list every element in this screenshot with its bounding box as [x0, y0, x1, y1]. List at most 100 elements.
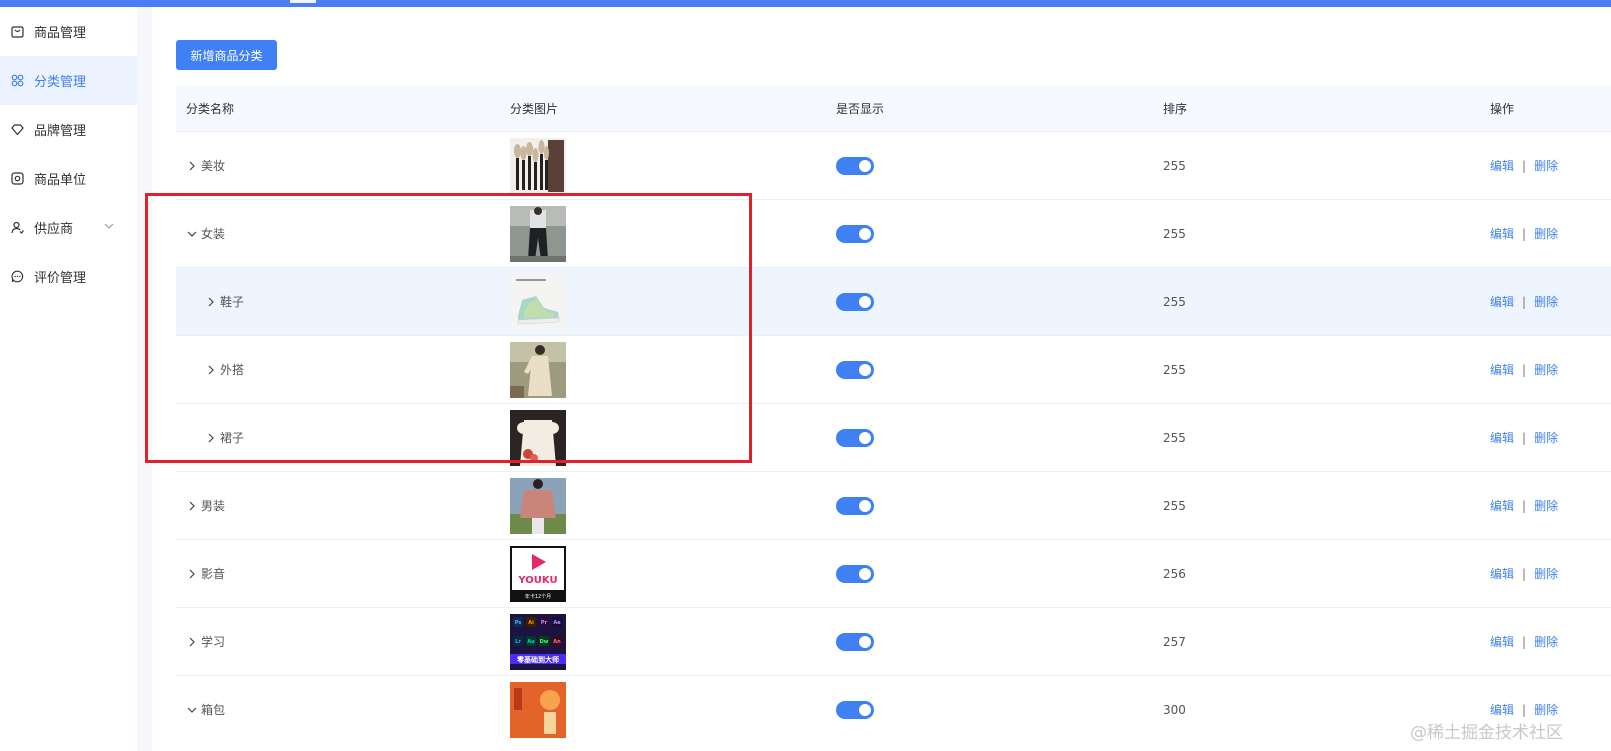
- sidebar-item-categories[interactable]: 分类管理: [0, 56, 137, 105]
- sneakers-thumbnail: [510, 273, 566, 330]
- table-row: 裙子 255 编辑 | 删除: [176, 404, 1611, 472]
- edit-link[interactable]: 编辑: [1490, 225, 1514, 242]
- delete-link[interactable]: 删除: [1534, 429, 1558, 446]
- unit-icon: [11, 172, 24, 185]
- chevron-down-icon[interactable]: [186, 228, 198, 240]
- software-label: An: [553, 639, 561, 645]
- category-grid-icon: [11, 74, 24, 87]
- category-image: [510, 477, 566, 534]
- ops-separator: |: [1522, 634, 1527, 649]
- software-label: Dw: [540, 639, 549, 645]
- delete-link[interactable]: 删除: [1534, 361, 1558, 378]
- table-row: 美妆 255 编辑 | 删除: [176, 132, 1611, 200]
- category-table: 分类名称 分类图片 是否显示 排序 操作 美妆 255 编辑 | 删除 女装 2…: [176, 86, 1611, 743]
- category-image: Ps Ai Pr Ae Lr Au Dw An 零基础到大师: [510, 613, 566, 670]
- show-toggle[interactable]: [836, 360, 874, 379]
- category-name: 外搭: [220, 363, 245, 377]
- chevron-right-icon[interactable]: [186, 568, 198, 580]
- category-image: [510, 137, 566, 194]
- womens-outfit-thumbnail: [510, 205, 566, 262]
- ops-separator: |: [1522, 294, 1527, 309]
- edit-link[interactable]: 编辑: [1490, 497, 1514, 514]
- table-header: 分类名称 分类图片 是否显示 排序 操作: [176, 86, 1611, 132]
- comment-icon: [11, 270, 24, 283]
- header-active-indicator: [290, 0, 316, 3]
- chevron-right-icon[interactable]: [186, 636, 198, 648]
- category-image: [510, 409, 566, 466]
- column-header-ops: 操作: [1490, 102, 1515, 116]
- show-toggle[interactable]: [836, 156, 874, 175]
- sidebar-item-reviews[interactable]: 评价管理: [0, 252, 137, 301]
- ops-separator: |: [1522, 226, 1527, 241]
- software-label: Ae: [553, 620, 561, 626]
- sort-value: 257: [1163, 634, 1186, 649]
- show-toggle[interactable]: [836, 564, 874, 583]
- show-toggle[interactable]: [836, 632, 874, 651]
- category-name: 男装: [201, 499, 226, 513]
- edit-link[interactable]: 编辑: [1490, 565, 1514, 582]
- chevron-right-icon[interactable]: [205, 432, 217, 444]
- delete-link[interactable]: 删除: [1534, 293, 1558, 310]
- show-toggle[interactable]: [836, 496, 874, 515]
- edit-link[interactable]: 编辑: [1490, 293, 1514, 310]
- delete-link[interactable]: 删除: [1534, 157, 1558, 174]
- software-label: Pr: [541, 620, 548, 626]
- edit-link[interactable]: 编辑: [1490, 361, 1514, 378]
- software-banner-text: 零基础到大师: [516, 655, 559, 664]
- chevron-right-icon[interactable]: [205, 296, 217, 308]
- table-row: 影音 YOUKU 年卡12个月 256 编辑 | 删除: [176, 540, 1611, 608]
- software-label: Lr: [515, 639, 521, 645]
- delete-link[interactable]: 删除: [1534, 225, 1558, 242]
- chevron-down-icon[interactable]: [186, 704, 198, 716]
- edit-link[interactable]: 编辑: [1490, 633, 1514, 650]
- software-label: Ps: [515, 620, 522, 626]
- sidebar: 商品管理 分类管理 品牌管理 商品单位 供应商 评价管理: [0, 7, 138, 751]
- software-label: Au: [527, 639, 535, 645]
- chevron-right-icon[interactable]: [186, 500, 198, 512]
- show-toggle[interactable]: [836, 700, 874, 719]
- youku-text: YOUKU: [517, 575, 557, 586]
- sidebar-item-suppliers[interactable]: 供应商: [0, 203, 137, 252]
- add-category-button[interactable]: 新增商品分类: [176, 40, 277, 70]
- category-image: [510, 341, 566, 398]
- sort-value: 255: [1163, 226, 1186, 241]
- sidebar-item-label: 评价管理: [34, 271, 87, 286]
- show-toggle[interactable]: [836, 224, 874, 243]
- delete-link[interactable]: 删除: [1534, 633, 1558, 650]
- edit-link[interactable]: 编辑: [1490, 157, 1514, 174]
- festival-poster-thumbnail: [510, 681, 566, 738]
- table-row: 女装 255 编辑 | 删除: [176, 200, 1611, 268]
- sidebar-item-units[interactable]: 商品单位: [0, 154, 137, 203]
- delete-link[interactable]: 删除: [1534, 701, 1558, 718]
- category-image: YOUKU 年卡12个月: [510, 545, 566, 602]
- dress-outer-thumbnail: [510, 341, 566, 398]
- show-toggle[interactable]: [836, 428, 874, 447]
- makeup-brushes-thumbnail: [510, 137, 566, 194]
- delete-link[interactable]: 删除: [1534, 497, 1558, 514]
- chevron-right-icon[interactable]: [186, 160, 198, 172]
- edit-link[interactable]: 编辑: [1490, 429, 1514, 446]
- top-header-bar: [0, 0, 1611, 7]
- edit-link[interactable]: 编辑: [1490, 701, 1514, 718]
- ops-separator: |: [1522, 362, 1527, 377]
- delete-link[interactable]: 删除: [1534, 565, 1558, 582]
- chevron-right-icon[interactable]: [205, 364, 217, 376]
- column-header-name: 分类名称: [186, 102, 235, 116]
- sort-value: 255: [1163, 294, 1186, 309]
- category-image: [510, 273, 566, 330]
- sidebar-item-label: 分类管理: [34, 75, 87, 90]
- chevron-down-icon[interactable]: [103, 220, 115, 232]
- category-name: 美妆: [201, 159, 226, 173]
- category-name: 女装: [201, 227, 226, 241]
- show-toggle[interactable]: [836, 292, 874, 311]
- sort-value: 256: [1163, 566, 1186, 581]
- sort-value: 255: [1163, 430, 1186, 445]
- sidebar-item-brands[interactable]: 品牌管理: [0, 105, 137, 154]
- table-row: 外搭 255 编辑 | 删除: [176, 336, 1611, 404]
- youku-subtext: 年卡12个月: [525, 593, 551, 600]
- ops-separator: |: [1522, 702, 1527, 717]
- category-name: 影音: [201, 567, 226, 581]
- sidebar-item-products[interactable]: 商品管理: [0, 7, 137, 56]
- sidebar-item-label: 商品单位: [34, 173, 87, 188]
- sort-value: 300: [1163, 702, 1186, 717]
